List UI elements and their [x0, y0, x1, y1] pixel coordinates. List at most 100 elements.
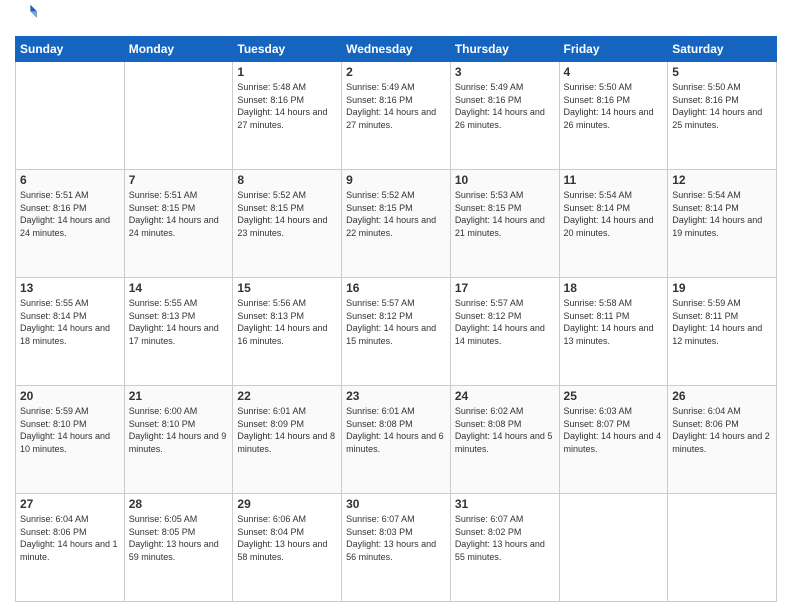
logo: [15, 10, 41, 28]
calendar-cell: 26 Sunrise: 6:04 AMSunset: 8:06 PMDayligh…: [668, 386, 777, 494]
day-number: 15: [237, 281, 337, 295]
calendar-cell: 25 Sunrise: 6:03 AMSunset: 8:07 PMDayligh…: [559, 386, 668, 494]
calendar-cell: 3 Sunrise: 5:49 AMSunset: 8:16 PMDaylight…: [450, 62, 559, 170]
day-number: 26: [672, 389, 772, 403]
day-number: 6: [20, 173, 120, 187]
cell-info: Sunrise: 5:59 AMSunset: 8:11 PMDaylight:…: [672, 297, 772, 347]
day-number: 28: [129, 497, 229, 511]
day-number: 7: [129, 173, 229, 187]
calendar-cell: 20 Sunrise: 5:59 AMSunset: 8:10 PMDayligh…: [16, 386, 125, 494]
calendar-cell: [124, 62, 233, 170]
day-number: 24: [455, 389, 555, 403]
day-number: 1: [237, 65, 337, 79]
day-number: 17: [455, 281, 555, 295]
calendar-cell: 8Sunrise: 5:52 AMSunset: 8:15 PMDaylight…: [233, 170, 342, 278]
cell-info: Sunrise: 5:50 AMSunset: 8:16 PMDaylight:…: [564, 81, 664, 131]
calendar-cell: 4 Sunrise: 5:50 AMSunset: 8:16 PMDaylight…: [559, 62, 668, 170]
calendar-cell: 2 Sunrise: 5:49 AMSunset: 8:16 PMDaylight…: [342, 62, 451, 170]
cell-info: Sunrise: 6:07 AMSunset: 8:03 PMDaylight:…: [346, 513, 446, 563]
calendar-cell: 29 Sunrise: 6:06 AMSunset: 8:04 PMDayligh…: [233, 494, 342, 602]
calendar-cell: 1 Sunrise: 5:48 AMSunset: 8:16 PMDaylight…: [233, 62, 342, 170]
calendar-cell: 31 Sunrise: 6:07 AMSunset: 8:02 PMDayligh…: [450, 494, 559, 602]
calendar-cell: 30 Sunrise: 6:07 AMSunset: 8:03 PMDayligh…: [342, 494, 451, 602]
day-number: 21: [129, 389, 229, 403]
day-number: 20: [20, 389, 120, 403]
col-header-tuesday: Tuesday: [233, 37, 342, 62]
week-row-2: 6 Sunrise: 5:51 AMSunset: 8:16 PMDaylight…: [16, 170, 777, 278]
cell-info: Sunrise: 6:00 AMSunset: 8:10 PMDaylight:…: [129, 405, 229, 455]
calendar-cell: 27 Sunrise: 6:04 AMSunset: 8:06 PMDayligh…: [16, 494, 125, 602]
cell-info: Sunrise: 6:01 AMSunset: 8:09 PMDaylight:…: [237, 405, 337, 455]
day-number: 10: [455, 173, 555, 187]
day-number: 31: [455, 497, 555, 511]
calendar-cell: 22 Sunrise: 6:01 AMSunset: 8:09 PMDayligh…: [233, 386, 342, 494]
day-number: 23: [346, 389, 446, 403]
calendar-cell: 14 Sunrise: 5:55 AMSunset: 8:13 PMDayligh…: [124, 278, 233, 386]
calendar-cell: 11 Sunrise: 5:54 AMSunset: 8:14 PMDayligh…: [559, 170, 668, 278]
cell-info: Sunrise: 5:51 AMSunset: 8:16 PMDaylight:…: [20, 189, 120, 239]
day-number: 30: [346, 497, 446, 511]
page: SundayMondayTuesdayWednesdayThursdayFrid…: [0, 0, 792, 612]
cell-info: Sunrise: 5:48 AMSunset: 8:16 PMDaylight:…: [237, 81, 337, 131]
cell-info: Sunrise: 5:54 AMSunset: 8:14 PMDaylight:…: [672, 189, 772, 239]
day-number: 25: [564, 389, 664, 403]
cell-info: Sunrise: 6:06 AMSunset: 8:04 PMDaylight:…: [237, 513, 337, 563]
calendar-cell: 17Sunrise: 5:57 AMSunset: 8:12 PMDayligh…: [450, 278, 559, 386]
col-header-monday: Monday: [124, 37, 233, 62]
cell-info: Sunrise: 5:54 AMSunset: 8:14 PMDaylight:…: [564, 189, 664, 239]
cell-info: Sunrise: 5:57 AMSunset: 8:12 PMDaylight:…: [346, 297, 446, 347]
calendar-cell: 18Sunrise: 5:58 AMSunset: 8:11 PMDayligh…: [559, 278, 668, 386]
calendar-cell: 24 Sunrise: 6:02 AMSunset: 8:08 PMDayligh…: [450, 386, 559, 494]
calendar-cell: [559, 494, 668, 602]
cell-info: Sunrise: 6:04 AMSunset: 8:06 PMDaylight:…: [20, 513, 120, 563]
calendar-cell: 15 Sunrise: 5:56 AMSunset: 8:13 PMDayligh…: [233, 278, 342, 386]
col-header-saturday: Saturday: [668, 37, 777, 62]
week-row-4: 20 Sunrise: 5:59 AMSunset: 8:10 PMDayligh…: [16, 386, 777, 494]
day-number: 29: [237, 497, 337, 511]
cell-info: Sunrise: 6:04 AMSunset: 8:06 PMDaylight:…: [672, 405, 772, 455]
calendar-cell: [16, 62, 125, 170]
week-row-5: 27 Sunrise: 6:04 AMSunset: 8:06 PMDayligh…: [16, 494, 777, 602]
cell-info: Sunrise: 5:51 AMSunset: 8:15 PMDaylight:…: [129, 189, 229, 239]
day-number: 14: [129, 281, 229, 295]
week-row-1: 1 Sunrise: 5:48 AMSunset: 8:16 PMDaylight…: [16, 62, 777, 170]
cell-info: Sunrise: 5:52 AMSunset: 8:15 PMDaylight:…: [346, 189, 446, 239]
calendar-cell: 19 Sunrise: 5:59 AMSunset: 8:11 PMDayligh…: [668, 278, 777, 386]
cell-info: Sunrise: 5:56 AMSunset: 8:13 PMDaylight:…: [237, 297, 337, 347]
calendar-cell: 9 Sunrise: 5:52 AMSunset: 8:15 PMDaylight…: [342, 170, 451, 278]
col-header-friday: Friday: [559, 37, 668, 62]
cell-info: Sunrise: 5:59 AMSunset: 8:10 PMDaylight:…: [20, 405, 120, 455]
day-number: 2: [346, 65, 446, 79]
calendar-cell: 7 Sunrise: 5:51 AMSunset: 8:15 PMDaylight…: [124, 170, 233, 278]
col-header-sunday: Sunday: [16, 37, 125, 62]
calendar-cell: 10 Sunrise: 5:53 AMSunset: 8:15 PMDayligh…: [450, 170, 559, 278]
cell-info: Sunrise: 5:50 AMSunset: 8:16 PMDaylight:…: [672, 81, 772, 131]
cell-info: Sunrise: 5:49 AMSunset: 8:16 PMDaylight:…: [346, 81, 446, 131]
day-number: 19: [672, 281, 772, 295]
day-number: 9: [346, 173, 446, 187]
calendar-cell: 5 Sunrise: 5:50 AMSunset: 8:16 PMDaylight…: [668, 62, 777, 170]
calendar-cell: 21 Sunrise: 6:00 AMSunset: 8:10 PMDayligh…: [124, 386, 233, 494]
day-number: 18: [564, 281, 664, 295]
cell-info: Sunrise: 5:49 AMSunset: 8:16 PMDaylight:…: [455, 81, 555, 131]
cell-info: Sunrise: 6:07 AMSunset: 8:02 PMDaylight:…: [455, 513, 555, 563]
cell-info: Sunrise: 6:03 AMSunset: 8:07 PMDaylight:…: [564, 405, 664, 455]
day-number: 13: [20, 281, 120, 295]
calendar-cell: [668, 494, 777, 602]
cell-info: Sunrise: 6:02 AMSunset: 8:08 PMDaylight:…: [455, 405, 555, 455]
day-number: 5: [672, 65, 772, 79]
day-number: 11: [564, 173, 664, 187]
day-number: 22: [237, 389, 337, 403]
header-row: SundayMondayTuesdayWednesdayThursdayFrid…: [16, 37, 777, 62]
day-number: 16: [346, 281, 446, 295]
day-number: 8: [237, 173, 337, 187]
cell-info: Sunrise: 5:53 AMSunset: 8:15 PMDaylight:…: [455, 189, 555, 239]
cell-info: Sunrise: 5:55 AMSunset: 8:14 PMDaylight:…: [20, 297, 120, 347]
day-number: 3: [455, 65, 555, 79]
calendar-cell: 13 Sunrise: 5:55 AMSunset: 8:14 PMDayligh…: [16, 278, 125, 386]
day-number: 4: [564, 65, 664, 79]
cell-info: Sunrise: 6:01 AMSunset: 8:08 PMDaylight:…: [346, 405, 446, 455]
calendar-cell: 23 Sunrise: 6:01 AMSunset: 8:08 PMDayligh…: [342, 386, 451, 494]
day-number: 27: [20, 497, 120, 511]
cell-info: Sunrise: 5:55 AMSunset: 8:13 PMDaylight:…: [129, 297, 229, 347]
